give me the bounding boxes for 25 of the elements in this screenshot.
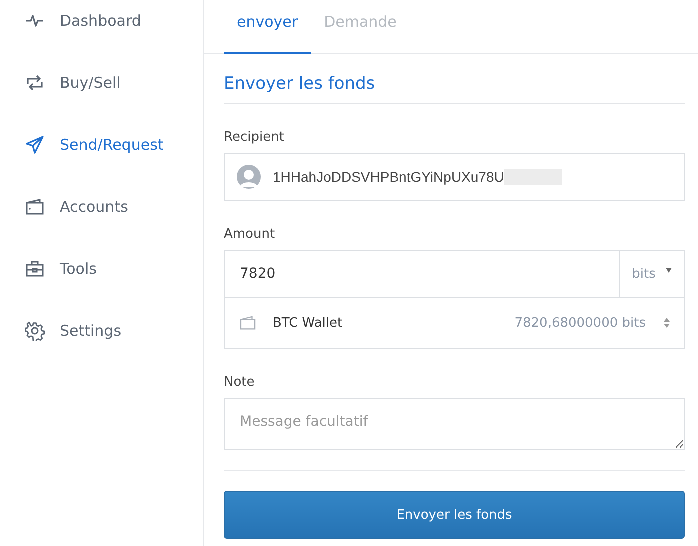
toolbox-icon xyxy=(25,259,45,279)
avatar-icon xyxy=(237,165,261,189)
send-button[interactable]: Envoyer les fonds xyxy=(224,491,685,539)
swap-arrows-icon xyxy=(25,73,45,93)
account-select[interactable]: BTC Wallet 7820,68000000 bits xyxy=(224,298,685,349)
nav-item[interactable]: Settings xyxy=(0,300,203,362)
nav-item[interactable]: Buy/Sell xyxy=(0,52,203,114)
section-heading: Envoyer les fonds xyxy=(224,74,685,104)
paper-plane-icon xyxy=(25,135,45,155)
tab[interactable]: envoyer xyxy=(224,0,312,54)
note-field[interactable]: Message facultatif xyxy=(224,398,685,450)
recipient-field[interactable]: 1HHahJoDDSVHPBntGYiNpUXu78U xyxy=(224,153,685,201)
nav-item[interactable]: Send/Request xyxy=(0,114,203,176)
caret-icon xyxy=(666,268,672,272)
nav-item[interactable]: Accounts xyxy=(0,176,203,238)
field-label: Amount xyxy=(224,227,276,242)
nav-item[interactable]: Tools xyxy=(0,238,203,300)
field-label: Note xyxy=(224,375,256,390)
nav-item[interactable]: Dashboard xyxy=(0,0,203,52)
wallet-icon xyxy=(25,197,45,217)
settings-icon xyxy=(25,321,45,341)
stepper-icon xyxy=(664,318,670,328)
field-label: Recipient xyxy=(224,130,286,145)
amount-field[interactable]: 7820 bits xyxy=(224,250,685,298)
wallet-icon xyxy=(240,316,257,330)
